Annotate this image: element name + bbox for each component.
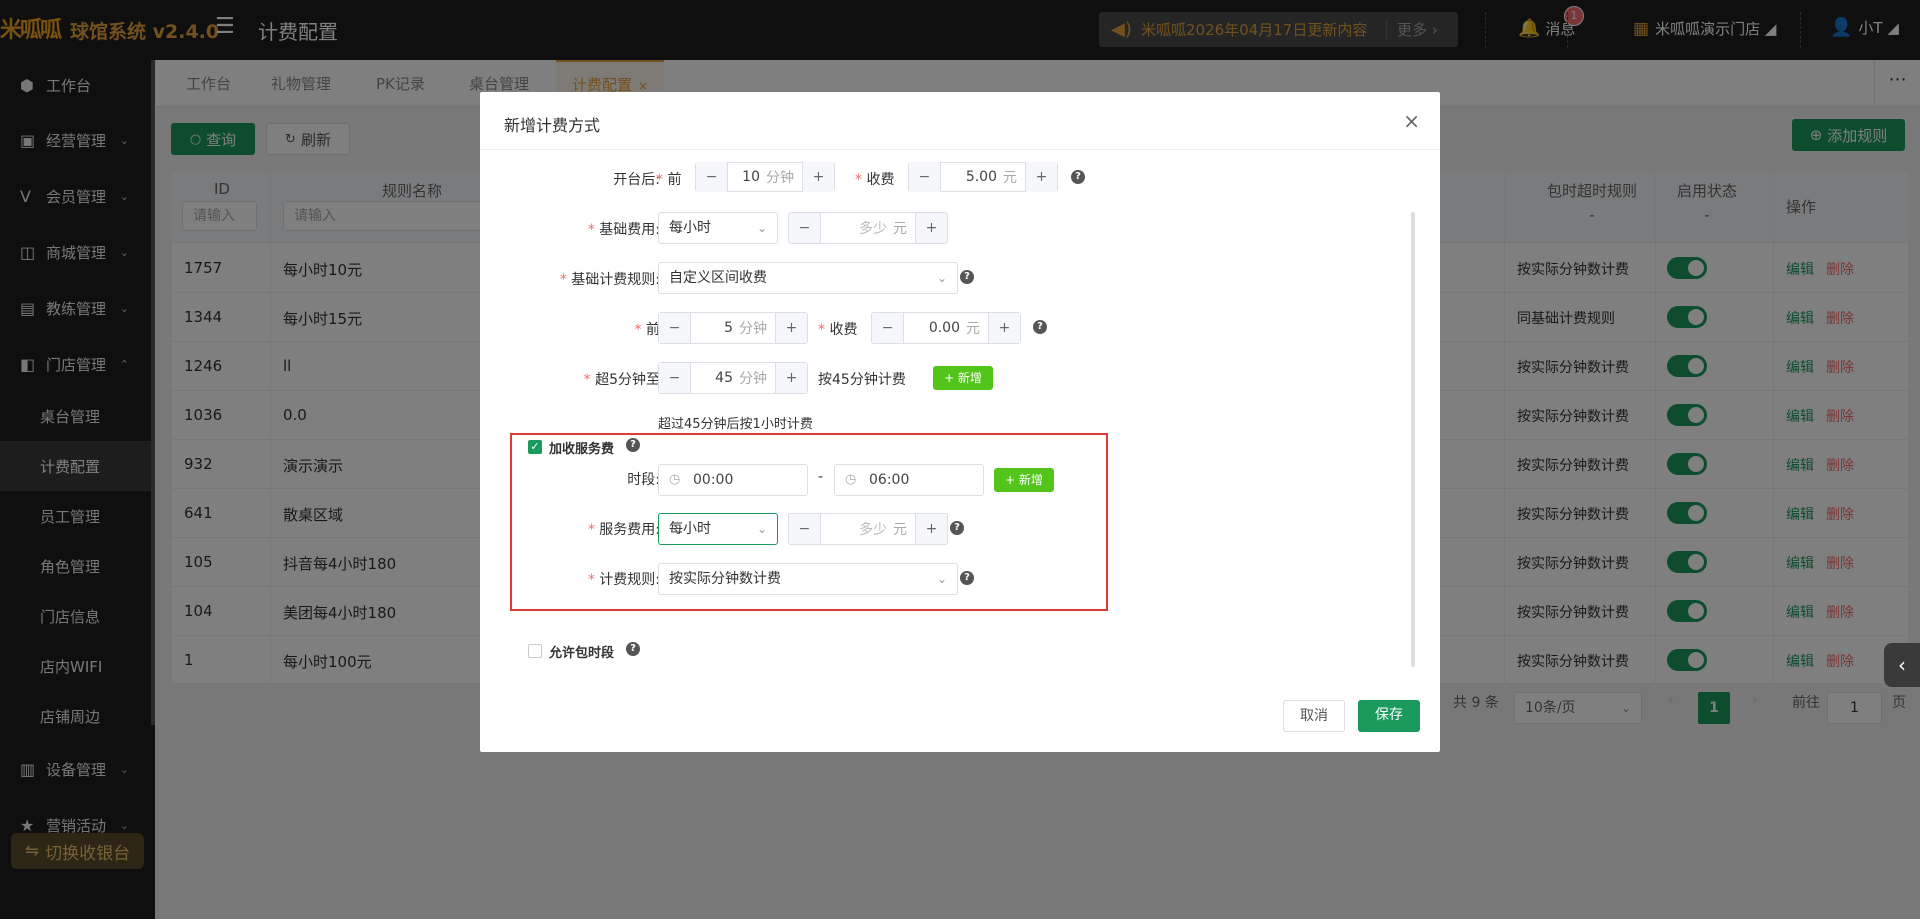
- unit-label: 元: [893, 221, 907, 237]
- chevron-down-icon: ⌄: [936, 271, 947, 285]
- open-fee-value[interactable]: 5.00: [941, 169, 1003, 185]
- over-text: 按45分钟计费: [818, 372, 906, 388]
- divider: [480, 149, 1440, 150]
- minus-icon[interactable]: −: [872, 313, 904, 343]
- base-fee-unit-select[interactable]: 每小时 ⌄: [658, 212, 778, 244]
- base-fee-label: * 基础费用:: [587, 222, 660, 238]
- cancel-button[interactable]: 取消: [1283, 700, 1345, 732]
- chevron-left-icon[interactable]: ‹: [1884, 643, 1920, 687]
- unit-label: 分钟: [739, 371, 767, 387]
- select-value: 自定义区间收费: [669, 270, 767, 286]
- chevron-down-icon: ⌄: [756, 221, 767, 235]
- allow-package-checkbox[interactable]: [528, 644, 542, 658]
- over-minutes-stepper[interactable]: −45 分钟 +: [658, 362, 808, 394]
- range-fee-stepper[interactable]: −0.00 元 +: [871, 312, 1021, 344]
- open-label: 开台后:: [613, 172, 660, 188]
- plus-icon[interactable]: +: [802, 162, 834, 192]
- dialog-scrollbar[interactable]: [1411, 212, 1415, 667]
- over-note: 超过45分钟后按1小时计费: [658, 417, 813, 432]
- help-icon[interactable]: ?: [1071, 170, 1085, 184]
- minus-icon[interactable]: −: [696, 162, 728, 192]
- allow-package-label[interactable]: 允许包时段: [549, 642, 614, 661]
- plus-icon[interactable]: +: [988, 313, 1020, 343]
- open-minutes-value[interactable]: 10: [728, 169, 766, 185]
- help-icon[interactable]: ?: [626, 642, 640, 656]
- plus-icon[interactable]: +: [1025, 162, 1057, 192]
- help-icon[interactable]: ?: [960, 270, 974, 284]
- add-range-button[interactable]: + 新增: [933, 366, 993, 390]
- plus-icon[interactable]: +: [915, 213, 947, 243]
- base-fee-stepper[interactable]: − 多少元 +: [788, 212, 948, 244]
- minus-icon[interactable]: −: [659, 363, 691, 393]
- open-fee-stepper[interactable]: −5.00 元 +: [908, 162, 1058, 192]
- base-rule-label: * 基础计费规则:: [559, 272, 660, 288]
- range-before-label: * 前: [634, 322, 660, 338]
- over-label: * 超5分钟至: [583, 372, 660, 388]
- dialog-title: 新增计费方式: [504, 116, 601, 135]
- over-minutes-value[interactable]: 45: [691, 370, 739, 386]
- range-charge-label: * 收费: [818, 322, 858, 338]
- minus-icon[interactable]: −: [659, 313, 691, 343]
- unit-label: 分钟: [766, 170, 794, 186]
- plus-icon[interactable]: +: [775, 313, 807, 343]
- save-button[interactable]: 保存: [1358, 700, 1420, 732]
- add-billing-dialog: 新增计费方式 × 开台后: * 前 −10 分钟 + * 收费 −5.00 元 + ? …: [480, 92, 1440, 752]
- open-minutes-stepper[interactable]: −10 分钟 +: [695, 162, 835, 192]
- minus-icon[interactable]: −: [789, 213, 821, 243]
- base-fee-value[interactable]: 多少: [821, 218, 893, 238]
- minus-icon[interactable]: −: [909, 162, 941, 192]
- base-rule-select[interactable]: 自定义区间收费 ⌄: [658, 262, 958, 294]
- unit-label: 分钟: [739, 321, 767, 337]
- unit-label: 元: [966, 321, 980, 337]
- close-icon[interactable]: ×: [1403, 109, 1420, 133]
- range-fee-value[interactable]: 0.00: [904, 320, 966, 336]
- open-charge-label: * 收费: [855, 172, 895, 188]
- plus-icon[interactable]: +: [775, 363, 807, 393]
- range-minutes-stepper[interactable]: −5 分钟 +: [658, 312, 808, 344]
- help-icon[interactable]: ?: [1033, 320, 1047, 334]
- highlight-box: [510, 433, 1108, 611]
- unit-label: 元: [1003, 170, 1017, 186]
- open-before-label: * 前: [656, 172, 682, 188]
- select-value: 每小时: [669, 220, 711, 236]
- range-minutes-value[interactable]: 5: [691, 320, 739, 336]
